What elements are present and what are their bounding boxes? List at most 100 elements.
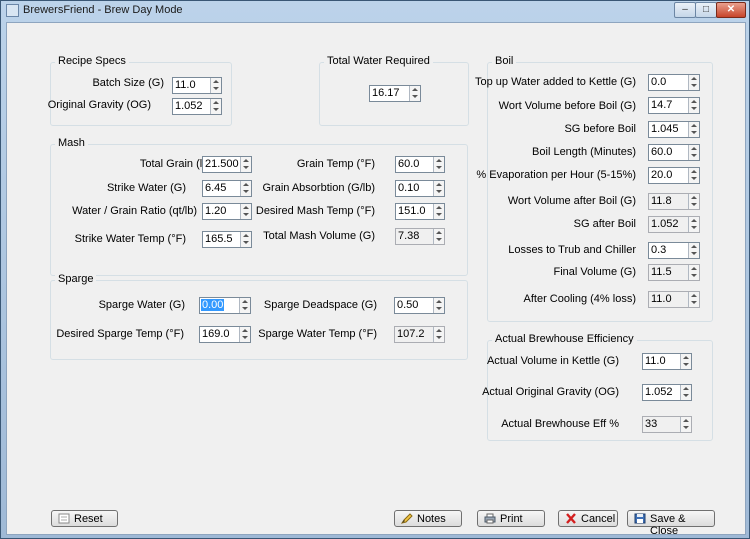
spinner[interactable] bbox=[240, 232, 251, 247]
spinner[interactable] bbox=[680, 354, 691, 369]
spin-up-icon[interactable] bbox=[213, 101, 219, 104]
spin-up-icon[interactable] bbox=[436, 231, 442, 234]
evaporation-field[interactable]: 20.0 bbox=[648, 167, 700, 184]
absorbtion-field[interactable]: 0.10 bbox=[395, 180, 445, 197]
spinner[interactable] bbox=[688, 217, 699, 232]
spin-down-icon[interactable] bbox=[691, 177, 697, 180]
spin-up-icon[interactable] bbox=[691, 147, 697, 150]
spin-up-icon[interactable] bbox=[691, 219, 697, 222]
spin-down-icon[interactable] bbox=[691, 274, 697, 277]
spin-up-icon[interactable] bbox=[691, 100, 697, 103]
print-button[interactable]: Print bbox=[477, 510, 545, 527]
spinner[interactable] bbox=[210, 99, 221, 114]
spin-up-icon[interactable] bbox=[436, 300, 442, 303]
spin-up-icon[interactable] bbox=[691, 267, 697, 270]
spin-down-icon[interactable] bbox=[243, 166, 249, 169]
spin-up-icon[interactable] bbox=[691, 245, 697, 248]
spin-down-icon[interactable] bbox=[691, 203, 697, 206]
sparge-deadspace-field[interactable]: 0.50 bbox=[394, 297, 445, 314]
total-water-field[interactable]: 16.17 bbox=[369, 85, 421, 102]
spin-up-icon[interactable] bbox=[436, 329, 442, 332]
spin-down-icon[interactable] bbox=[691, 301, 697, 304]
spin-down-icon[interactable] bbox=[213, 108, 219, 111]
spin-down-icon[interactable] bbox=[683, 426, 689, 429]
reset-button[interactable]: Reset bbox=[51, 510, 118, 527]
boil-length-field[interactable]: 60.0 bbox=[648, 144, 700, 161]
spin-down-icon[interactable] bbox=[243, 213, 249, 216]
spin-down-icon[interactable] bbox=[691, 154, 697, 157]
sparge-water-temp-field[interactable]: 107.2 bbox=[394, 326, 445, 343]
spin-up-icon[interactable] bbox=[683, 356, 689, 359]
spinner[interactable] bbox=[433, 157, 444, 172]
spin-up-icon[interactable] bbox=[436, 183, 442, 186]
grain-temp-field[interactable]: 60.0 bbox=[395, 156, 445, 173]
spinner[interactable] bbox=[433, 204, 444, 219]
spinner[interactable] bbox=[433, 298, 444, 313]
spin-down-icon[interactable] bbox=[436, 307, 442, 310]
spinner[interactable] bbox=[409, 86, 420, 101]
spinner[interactable] bbox=[240, 157, 251, 172]
minimize-button[interactable]: – bbox=[674, 2, 696, 18]
spin-up-icon[interactable] bbox=[243, 159, 249, 162]
spinner[interactable] bbox=[240, 181, 251, 196]
spin-down-icon[interactable] bbox=[436, 190, 442, 193]
spin-down-icon[interactable] bbox=[683, 363, 689, 366]
spin-up-icon[interactable] bbox=[412, 88, 418, 91]
after-cooling-field[interactable]: 11.0 bbox=[648, 291, 700, 308]
cancel-button[interactable]: Cancel bbox=[558, 510, 618, 527]
total-mash-volume-field[interactable]: 7.38 bbox=[395, 228, 445, 245]
spin-down-icon[interactable] bbox=[691, 107, 697, 110]
spin-down-icon[interactable] bbox=[691, 252, 697, 255]
spin-up-icon[interactable] bbox=[243, 206, 249, 209]
spin-down-icon[interactable] bbox=[436, 213, 442, 216]
maximize-button[interactable]: □ bbox=[695, 2, 717, 18]
spinner[interactable] bbox=[239, 327, 250, 342]
spin-up-icon[interactable] bbox=[691, 294, 697, 297]
spinner[interactable] bbox=[688, 98, 699, 113]
spin-up-icon[interactable] bbox=[691, 124, 697, 127]
spin-down-icon[interactable] bbox=[436, 336, 442, 339]
spinner[interactable] bbox=[680, 417, 691, 432]
wort-before-boil-field[interactable]: 14.7 bbox=[648, 97, 700, 114]
strike-temp-field[interactable]: 165.5 bbox=[202, 231, 252, 248]
total-grain-field[interactable]: 21.500 bbox=[202, 156, 252, 173]
spin-up-icon[interactable] bbox=[242, 329, 248, 332]
spin-up-icon[interactable] bbox=[243, 234, 249, 237]
spinner[interactable] bbox=[240, 204, 251, 219]
spin-up-icon[interactable] bbox=[691, 77, 697, 80]
close-button[interactable]: ✕ bbox=[716, 2, 746, 18]
actual-eff-field[interactable]: 33 bbox=[642, 416, 692, 433]
og-field[interactable]: 1.052 bbox=[172, 98, 222, 115]
spinner[interactable] bbox=[688, 75, 699, 90]
spinner[interactable] bbox=[688, 145, 699, 160]
spin-down-icon[interactable] bbox=[243, 190, 249, 193]
sparge-water-field[interactable]: 0.00 bbox=[199, 297, 251, 314]
spinner[interactable] bbox=[239, 298, 250, 313]
spin-up-icon[interactable] bbox=[213, 80, 219, 83]
spin-up-icon[interactable] bbox=[691, 196, 697, 199]
losses-field[interactable]: 0.3 bbox=[648, 242, 700, 259]
spin-down-icon[interactable] bbox=[691, 131, 697, 134]
spin-down-icon[interactable] bbox=[691, 226, 697, 229]
spinner[interactable] bbox=[688, 243, 699, 258]
spinner[interactable] bbox=[433, 181, 444, 196]
title-bar[interactable]: BrewersFriend - Brew Day Mode – □ ✕ bbox=[1, 1, 749, 21]
desired-mash-temp-field[interactable]: 151.0 bbox=[395, 203, 445, 220]
wort-after-boil-field[interactable]: 11.8 bbox=[648, 193, 700, 210]
spinner[interactable] bbox=[433, 229, 444, 244]
spin-up-icon[interactable] bbox=[242, 300, 248, 303]
spinner[interactable] bbox=[688, 265, 699, 280]
spinner[interactable] bbox=[688, 194, 699, 209]
spin-down-icon[interactable] bbox=[436, 166, 442, 169]
sg-before-boil-field[interactable]: 1.045 bbox=[648, 121, 700, 138]
spin-up-icon[interactable] bbox=[243, 183, 249, 186]
spinner[interactable] bbox=[433, 327, 444, 342]
final-volume-field[interactable]: 11.5 bbox=[648, 264, 700, 281]
spin-down-icon[interactable] bbox=[436, 238, 442, 241]
spinner[interactable] bbox=[688, 292, 699, 307]
desired-sparge-temp-field[interactable]: 169.0 bbox=[199, 326, 251, 343]
spin-up-icon[interactable] bbox=[436, 206, 442, 209]
spin-up-icon[interactable] bbox=[683, 387, 689, 390]
spinner[interactable] bbox=[210, 78, 221, 93]
spin-down-icon[interactable] bbox=[412, 95, 418, 98]
